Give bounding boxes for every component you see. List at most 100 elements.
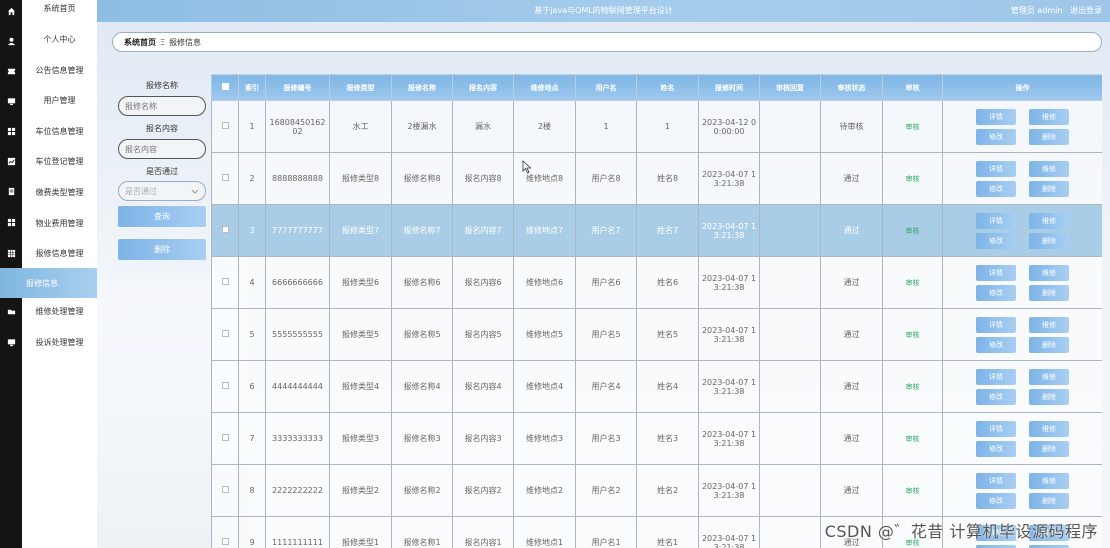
name-search-input[interactable] — [118, 96, 206, 116]
edit-button[interactable]: 修改 — [976, 128, 1016, 145]
grid-icon[interactable] — [0, 207, 22, 237]
sidebar-item-repair-manage[interactable]: 报修信息管理 — [22, 238, 97, 268]
sidebar-item-repair-info[interactable]: 报修信息 — [0, 268, 97, 298]
cell-actions: 详情维修修改删除 — [942, 412, 1102, 465]
col-realname: 姓名 — [636, 74, 699, 101]
grid-icon[interactable] — [0, 116, 22, 146]
cell-place: 维修地点4 — [513, 360, 576, 413]
sidebar-item-fee-type[interactable]: 缴费类型管理 — [22, 177, 97, 207]
detail-button[interactable]: 详情 — [976, 316, 1016, 333]
breadcrumb-home[interactable]: 系统首页 — [124, 37, 156, 48]
repair-button[interactable]: 维修 — [1029, 472, 1069, 489]
row-checkbox[interactable] — [211, 204, 239, 257]
repair-button[interactable]: 维修 — [1029, 212, 1069, 229]
monitor-icon[interactable] — [0, 327, 22, 357]
ticket-icon[interactable] — [0, 56, 22, 86]
edit-button[interactable]: 修改 — [976, 232, 1016, 249]
edit-button[interactable]: 修改 — [976, 492, 1016, 509]
home-icon[interactable] — [0, 0, 22, 26]
sidebar-item-notice[interactable]: 公告信息管理 — [22, 55, 97, 85]
repair-button[interactable]: 维修 — [1029, 264, 1069, 281]
edit-button[interactable]: 修改 — [976, 388, 1016, 405]
audit-link[interactable]: 审核 — [906, 435, 920, 443]
col-reply: 审核回复 — [759, 74, 821, 101]
sidebar-item-complaint[interactable]: 投诉处理管理 — [22, 327, 97, 357]
table-row[interactable]: 4 6666666666 报修类型6 报修名称6 报名内容6 维修地点6 用户名6 姓名6 20… — [211, 256, 1102, 309]
repair-button[interactable]: 维修 — [1029, 160, 1069, 177]
detail-button[interactable]: 详情 — [976, 212, 1016, 229]
edit-button[interactable]: 修改 — [976, 284, 1016, 301]
pass-label: 是否通过 — [146, 167, 178, 176]
table-icon[interactable] — [0, 238, 22, 268]
cell-username: 用户名5 — [575, 308, 637, 361]
cell-actions: 详情维修修改删除 — [942, 360, 1102, 413]
delete-row-button[interactable]: 删除 — [1029, 180, 1069, 197]
sidebar-item-profile[interactable]: 个人中心 — [22, 24, 97, 54]
monitor-icon[interactable] — [0, 86, 22, 116]
row-checkbox[interactable] — [211, 516, 239, 548]
table-row[interactable]: 5 5555555555 报修类型5 报修名称5 报名内容5 维修地点5 用户名5 姓名5 20… — [211, 308, 1102, 361]
audit-link[interactable]: 审核 — [906, 279, 920, 287]
delete-row-button[interactable]: 删除 — [1029, 492, 1069, 509]
logout-link[interactable]: 退出登录 — [1070, 6, 1102, 15]
audit-link[interactable]: 审核 — [906, 383, 920, 391]
document-icon[interactable] — [0, 176, 22, 206]
repair-button[interactable]: 维修 — [1029, 368, 1069, 385]
select-all-checkbox[interactable] — [211, 74, 239, 101]
detail-button[interactable]: 详情 — [976, 108, 1016, 125]
detail-button[interactable]: 详情 — [976, 368, 1016, 385]
row-checkbox[interactable] — [211, 464, 239, 517]
row-checkbox[interactable] — [211, 256, 239, 309]
table-row[interactable]: 6 4444444444 报修类型4 报修名称4 报名内容4 维修地点4 用户名4 姓名4 20… — [211, 360, 1102, 413]
table-row[interactable]: 8 2222222222 报修类型2 报修名称2 报名内容2 维修地点2 用户名2 姓名2 20… — [211, 464, 1102, 517]
edit-button[interactable]: 修改 — [976, 544, 1016, 548]
detail-button[interactable]: 详情 — [976, 420, 1016, 437]
row-checkbox[interactable] — [211, 360, 239, 413]
delete-row-button[interactable]: 删除 — [1029, 232, 1069, 249]
edit-button[interactable]: 修改 — [976, 180, 1016, 197]
detail-button[interactable]: 详情 — [976, 472, 1016, 489]
table-row[interactable]: 2 8888888888 报修类型8 报修名称8 报名内容8 维修地点8 用户名8 姓名8 20… — [211, 152, 1102, 205]
cell-audit: 审核 — [882, 152, 943, 205]
search-button[interactable]: 查询 — [118, 206, 206, 227]
delete-row-button[interactable]: 删除 — [1029, 128, 1069, 145]
audit-link[interactable]: 审核 — [906, 331, 920, 339]
sidebar-item-property-fee[interactable]: 物业费用管理 — [22, 208, 97, 238]
repair-button[interactable]: 维修 — [1029, 108, 1069, 125]
chart-icon[interactable] — [0, 146, 22, 176]
row-checkbox[interactable] — [211, 308, 239, 361]
cell-audit: 审核 — [882, 360, 943, 413]
cell-realname: 1 — [636, 100, 699, 153]
delete-row-button[interactable]: 删除 — [1029, 284, 1069, 301]
row-checkbox[interactable] — [211, 100, 239, 153]
user-icon[interactable] — [0, 26, 22, 56]
delete-row-button[interactable]: 删除 — [1029, 336, 1069, 353]
audit-link[interactable]: 审核 — [906, 227, 920, 235]
delete-row-button[interactable]: 删除 — [1029, 544, 1069, 548]
repair-button[interactable]: 维修 — [1029, 420, 1069, 437]
delete-row-button[interactable]: 删除 — [1029, 440, 1069, 457]
sidebar-item-home[interactable]: 系统首页 — [22, 0, 97, 23]
sidebar-item-parking-register[interactable]: 车位登记管理 — [22, 146, 97, 176]
sidebar-item-parking-info[interactable]: 车位信息管理 — [22, 116, 97, 146]
pass-select[interactable]: 是否通过 — [118, 181, 206, 201]
row-checkbox[interactable] — [211, 152, 239, 205]
repair-button[interactable]: 维修 — [1029, 316, 1069, 333]
audit-link[interactable]: 审核 — [906, 487, 920, 495]
content-search-input[interactable] — [118, 139, 206, 159]
table-row[interactable]: 7 3333333333 报修类型3 报修名称3 报名内容3 维修地点3 用户名3 姓名3 20… — [211, 412, 1102, 465]
table-row[interactable]: 1 1680845016202 水工 2楼漏水 漏水 2楼 1 1 2023-04-12 00:… — [211, 100, 1102, 153]
row-checkbox[interactable] — [211, 412, 239, 465]
audit-link[interactable]: 审核 — [906, 175, 920, 183]
sidebar-item-users[interactable]: 用户管理 — [22, 85, 97, 115]
detail-button[interactable]: 详情 — [976, 160, 1016, 177]
edit-button[interactable]: 修改 — [976, 440, 1016, 457]
detail-button[interactable]: 详情 — [976, 264, 1016, 281]
folder-icon[interactable] — [0, 296, 22, 326]
delete-button[interactable]: 删除 — [118, 239, 206, 260]
audit-link[interactable]: 审核 — [906, 123, 920, 131]
edit-button[interactable]: 修改 — [976, 336, 1016, 353]
sidebar-item-maintenance[interactable]: 维修处理管理 — [22, 296, 97, 326]
delete-row-button[interactable]: 删除 — [1029, 388, 1069, 405]
table-row[interactable]: 3 7777777777 报修类型7 报修名称7 报名内容7 维修地点7 用户名7 姓名7 20… — [211, 204, 1102, 257]
